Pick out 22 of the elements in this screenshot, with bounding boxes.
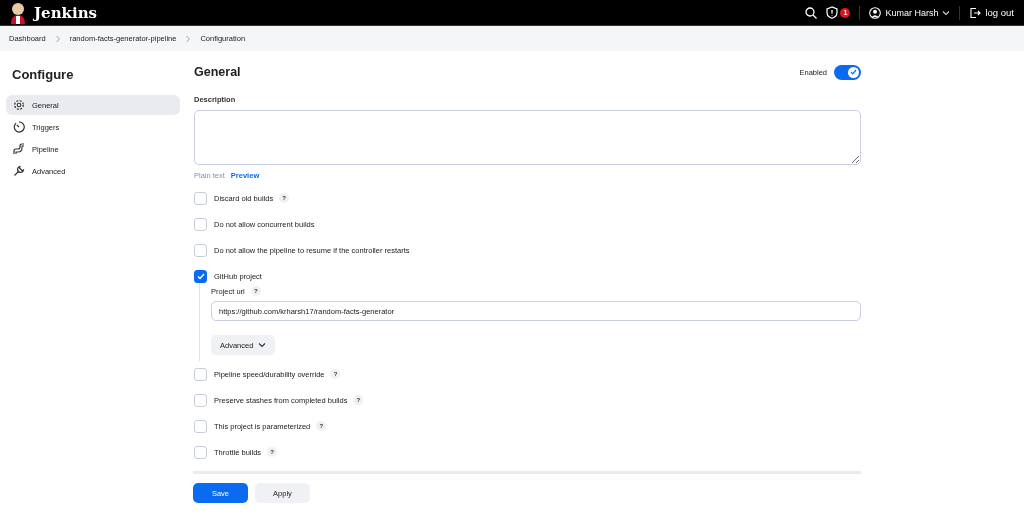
logout-icon[interactable] [969,6,982,19]
chevron-right-icon [54,34,61,43]
search-icon[interactable] [805,6,818,19]
description-field[interactable] [194,110,861,165]
user-name[interactable]: Kumar Harsh [885,7,939,18]
checkmark-icon [850,69,857,75]
enabled-toggle[interactable] [834,64,861,80]
gear-icon [13,99,25,111]
timer-icon [13,121,25,133]
chevron-right-icon [185,34,192,43]
chevron-down-icon [258,342,267,348]
checkbox[interactable] [194,269,207,283]
pipeline-icon [13,143,25,155]
section-title: General [194,65,242,79]
butler-logo-icon[interactable] [8,1,28,24]
shield-icon[interactable] [826,6,839,19]
brand-name[interactable]: Jenkins [34,3,97,22]
logout-link[interactable]: log out [985,7,1014,18]
user-avatar-icon[interactable] [869,6,882,19]
wrench-icon [13,165,25,177]
chevron-down-icon[interactable] [942,9,951,16]
sidebar-title: Configure [12,67,75,82]
